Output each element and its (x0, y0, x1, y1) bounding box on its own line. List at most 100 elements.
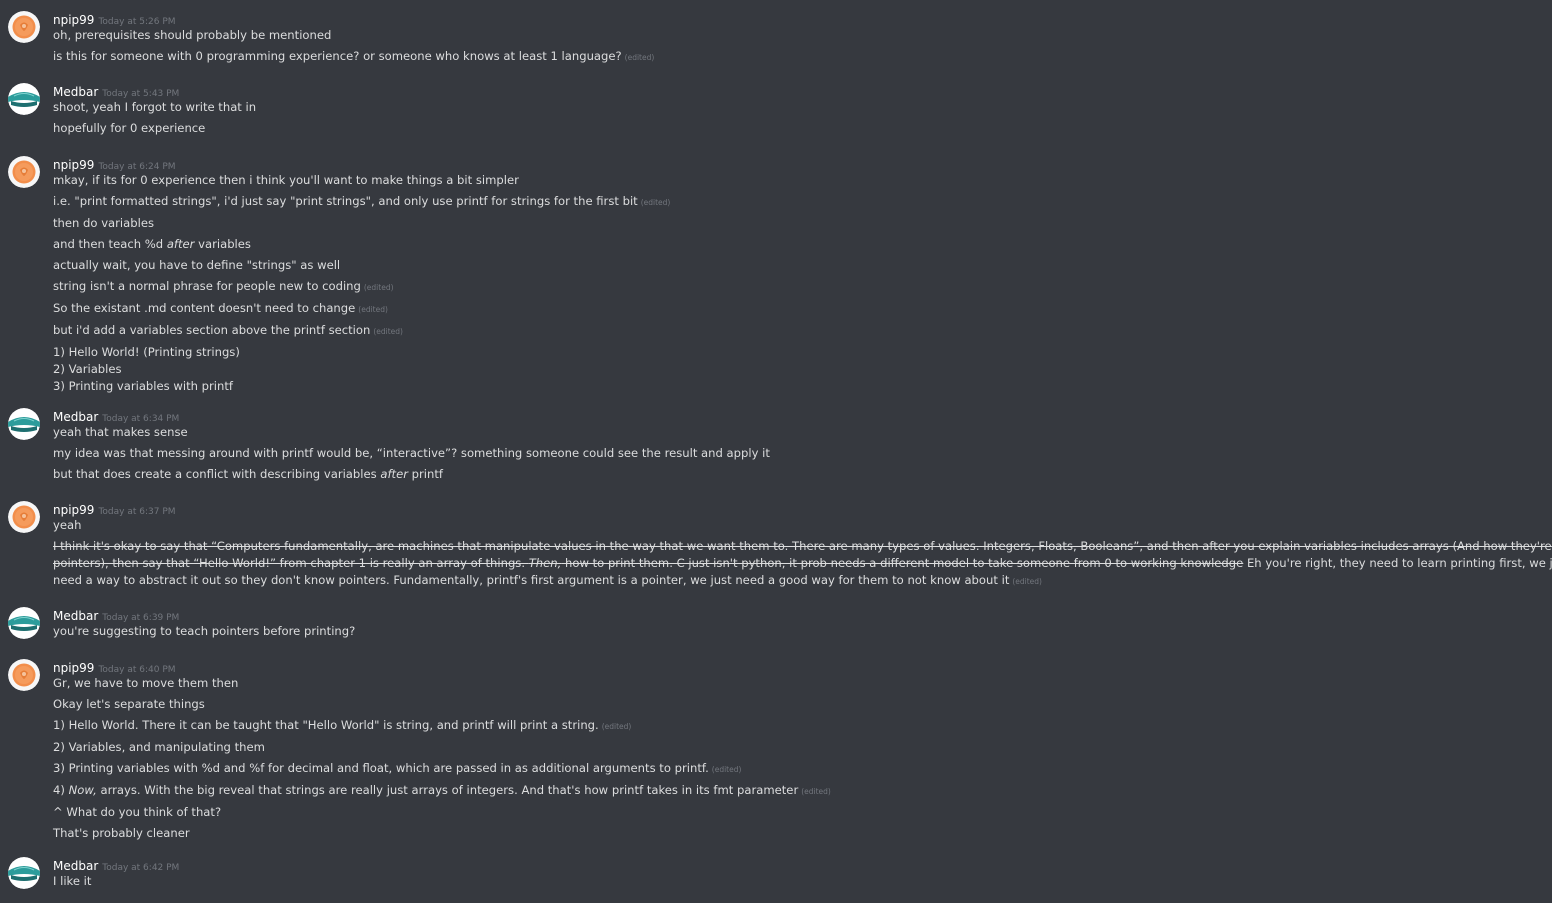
npip99-avatar-icon (8, 156, 40, 188)
strike-text: how to print them. C just isn't python, … (561, 556, 1244, 570)
message-text-part: then do variables (53, 216, 155, 230)
message-text: 3) Printing variables with %d and %f for… (53, 760, 1552, 778)
edited-label: (edited) (801, 787, 831, 796)
edited-label: (edited) (373, 327, 403, 336)
message-text-part: 4) (53, 783, 69, 797)
message-text-part: i.e. "print formatted strings", i'd just… (53, 194, 638, 208)
message-group: Medbar Today at 5:43 PM shoot, yeah I forg… (0, 82, 1552, 137)
message-text: actually wait, you have to define "strin… (53, 257, 1552, 274)
message-text-part: you're suggesting to teach pointers befo… (53, 624, 356, 638)
edited-label: (edited) (358, 305, 388, 314)
message-text: oh, prerequisites should probably be men… (53, 27, 1552, 44)
author-name[interactable]: npip99 (53, 661, 94, 675)
medbar-avatar-icon (8, 607, 40, 639)
medbar-avatar-icon (8, 857, 40, 889)
message-text: you're suggesting to teach pointers befo… (53, 623, 1552, 640)
message-text-part: yeah (53, 518, 82, 532)
message-text-part: So the existant .md content doesn't need… (53, 301, 356, 315)
medbar-avatar-icon (8, 408, 40, 440)
message-group: npip99 Today at 5:26 PM oh, prerequisites … (0, 10, 1552, 66)
message-text-part: shoot, yeah I forgot to write that in (53, 100, 257, 114)
message-text: string isn't a normal phrase for people … (53, 278, 1552, 296)
npip99-avatar-icon (8, 501, 40, 533)
message-header: npip99 Today at 5:26 PM (53, 10, 1552, 27)
list-line: 2) Variables (53, 362, 122, 376)
avatar[interactable] (8, 156, 40, 188)
message-text: but i'd add a variables section above th… (53, 322, 1552, 340)
message-header: npip99 Today at 6:37 PM (53, 500, 1552, 517)
message-text: 1) Hello World. There it can be taught t… (53, 717, 1552, 735)
message-header: Medbar Today at 6:34 PM (53, 407, 1552, 424)
message-text: i.e. "print formatted strings", i'd just… (53, 193, 1552, 211)
author-name[interactable]: npip99 (53, 503, 94, 517)
message-text: hopefully for 0 experience (53, 120, 1552, 137)
author-name[interactable]: npip99 (53, 158, 94, 172)
author-name[interactable]: Medbar (53, 859, 98, 873)
message-text: mkay, if its for 0 experience then i thi… (53, 172, 1552, 189)
message-header: Medbar Today at 5:43 PM (53, 82, 1552, 99)
message-header: Medbar Today at 6:42 PM (53, 856, 1552, 873)
message-text: 1) Hello World! (Printing strings) 2) Var… (53, 344, 1552, 395)
timestamp: Today at 6:40 PM (98, 665, 176, 675)
message-text: I like it (53, 873, 1552, 890)
timestamp: Today at 6:42 PM (102, 863, 180, 873)
message-text-part: yeah that makes sense (53, 425, 188, 439)
author-name[interactable]: npip99 (53, 13, 94, 27)
avatar[interactable] (8, 659, 40, 691)
message-text-part: string isn't a normal phrase for people … (53, 279, 361, 293)
message-text: and then teach %d after variables (53, 236, 1552, 253)
npip99-avatar-icon (8, 659, 40, 691)
edited-label: (edited) (1012, 577, 1042, 586)
emphasis-text: after (166, 237, 195, 251)
avatar[interactable] (8, 607, 40, 639)
message-text: my idea was that messing around with pri… (53, 445, 1552, 462)
message-text: So the existant .md content doesn't need… (53, 300, 1552, 318)
edited-label: (edited) (711, 765, 742, 774)
timestamp: Today at 6:39 PM (102, 613, 180, 623)
message-text-part: my idea was that messing around with pri… (53, 446, 770, 460)
author-name[interactable]: Medbar (53, 85, 98, 99)
timestamp: Today at 6:24 PM (98, 162, 176, 172)
message-text-part: 1) Hello World. There it can be taught t… (53, 718, 599, 732)
message-text: I think it's okay to say that “Computers… (53, 538, 1552, 590)
medbar-avatar-icon (8, 83, 40, 115)
author-name[interactable]: Medbar (53, 609, 98, 623)
message-text: That's probably cleaner (53, 825, 1552, 842)
message-text-part: printf (408, 467, 444, 481)
edited-label: (edited) (601, 722, 632, 731)
avatar[interactable] (8, 83, 40, 115)
message-text-part: actually wait, you have to define "strin… (53, 258, 341, 272)
emphasis-text: after (380, 467, 408, 481)
message-text-part: 3) Printing variables with %d and %f for… (53, 761, 709, 775)
message-header: npip99 Today at 6:24 PM (53, 155, 1552, 172)
timestamp: Today at 5:26 PM (98, 17, 176, 27)
message-text-part: 2) Variables, and manipulating them (53, 740, 265, 754)
message-text-part: but that does create a conflict with des… (53, 467, 381, 481)
message-text: is this for someone with 0 programming e… (53, 48, 1552, 66)
message-header: Medbar Today at 6:39 PM (53, 606, 1552, 623)
chat-messages: npip99 Today at 5:26 PM oh, prerequisites … (0, 0, 1552, 903)
list-line: 1) Hello World! (Printing strings) (53, 345, 240, 359)
avatar[interactable] (8, 11, 40, 43)
avatar[interactable] (8, 501, 40, 533)
message-text: 2) Variables, and manipulating them (53, 739, 1552, 756)
message-text: Okay let's separate things (53, 696, 1552, 713)
avatar[interactable] (8, 857, 40, 889)
message-text-part: arrays. With the big reveal that strings… (96, 783, 799, 797)
message-text-part: variables (194, 237, 251, 251)
message-text: Gr, we have to move them then (53, 675, 1552, 692)
edited-label: (edited) (624, 53, 655, 62)
message-text: ^ What do you think of that? (53, 804, 1552, 821)
message-text-part: but i'd add a variables section above th… (53, 323, 371, 337)
message-group: npip99 Today at 6:37 PM yeah I think it's o… (0, 500, 1552, 590)
message-group: npip99 Today at 6:40 PM Gr, we have to mov… (0, 658, 1552, 842)
message-group: Medbar Today at 6:34 PM yeah that makes se… (0, 407, 1552, 483)
message-group: Medbar Today at 6:42 PM I like it (0, 856, 1552, 890)
author-name[interactable]: Medbar (53, 410, 98, 424)
emphasis-text: Now, (68, 783, 97, 797)
strike-emphasis: Then, (528, 556, 562, 570)
message-text-part: oh, prerequisites should probably be men… (53, 28, 332, 42)
timestamp: Today at 6:37 PM (98, 507, 176, 517)
message-text-part: mkay, if its for 0 experience then i thi… (53, 173, 519, 187)
avatar[interactable] (8, 408, 40, 440)
